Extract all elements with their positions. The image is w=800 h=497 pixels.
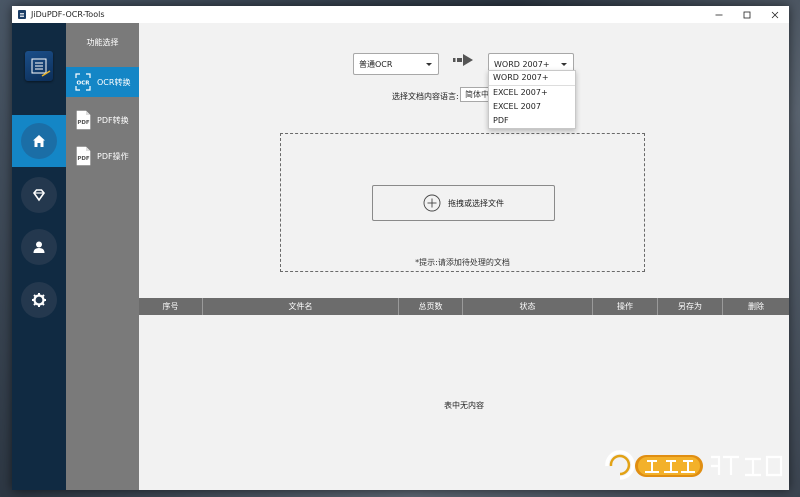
drop-hint: *提示:请添加待处理的文档 — [415, 258, 510, 267]
language-label: 选择文档内容语言: — [392, 92, 459, 101]
file-drop-zone[interactable]: 拖拽或选择文件 *提示:请添加待处理的文档 — [280, 133, 645, 272]
nav-settings-button[interactable] — [21, 282, 57, 318]
nav-home-button[interactable] — [12, 115, 66, 167]
sidebar-item-pdf-ops[interactable]: PDF PDF操作 — [66, 141, 139, 171]
dropdown-option[interactable]: EXCEL 2007+ — [489, 86, 575, 100]
svg-text:PDF: PDF — [77, 120, 90, 126]
pdf-icon: PDF — [74, 110, 92, 130]
column-header[interactable]: 另存为 — [658, 298, 723, 315]
column-header[interactable]: 文件名 — [203, 298, 399, 315]
dropdown-option[interactable]: WORD 2007+ — [489, 71, 575, 86]
select-file-button[interactable]: 拖拽或选择文件 — [372, 185, 555, 221]
plus-circle-icon — [423, 194, 441, 212]
source-mode-value: 普通OCR — [359, 59, 393, 69]
file-table-header: 序号 文件名 总页数 状态 操作 另存为 删除 — [139, 298, 789, 315]
column-header[interactable]: 总页数 — [399, 298, 463, 315]
maximize-button[interactable] — [733, 6, 761, 23]
site-watermark — [591, 447, 786, 485]
diamond-icon — [32, 189, 46, 202]
main-panel: 普通OCR WORD 2007+ WORD 2007+ EXCEL 2007+ … — [139, 23, 789, 490]
gear-icon — [32, 293, 46, 307]
minimize-button[interactable] — [705, 6, 733, 23]
column-header[interactable]: 序号 — [139, 298, 203, 315]
sidebar-item-label: PDF操作 — [97, 151, 129, 161]
user-icon — [33, 241, 45, 253]
pdf-icon: PDF — [74, 146, 92, 166]
home-icon — [33, 135, 45, 147]
sidebar-header: 功能选择 — [86, 38, 119, 47]
sidebar-item-ocr[interactable]: OCR OCR转换 — [66, 67, 139, 97]
maximize-icon — [743, 11, 751, 18]
left-navbar — [12, 23, 66, 490]
select-file-label: 拖拽或选择文件 — [448, 198, 504, 208]
dropdown-option[interactable]: PDF — [489, 114, 575, 128]
sidebar-item-pdf-convert[interactable]: PDF PDF转换 — [66, 105, 139, 135]
empty-table-text: 表中无内容 — [444, 401, 484, 410]
app-icon — [18, 10, 26, 19]
close-icon — [771, 11, 779, 18]
svg-text:OCR: OCR — [77, 81, 91, 87]
column-header[interactable]: 操作 — [593, 298, 658, 315]
ocr-icon: OCR — [74, 72, 92, 92]
function-sidebar: 功能选择 OCR OCR转换 PDF PDF转换 PDF PDF操作 — [66, 23, 139, 490]
target-format-dropdown: WORD 2007+ EXCEL 2007+ EXCEL 2007 PDF — [488, 70, 576, 129]
window-title: JiDuPDF-OCR-Tools — [31, 10, 105, 19]
column-header[interactable]: 删除 — [723, 298, 789, 315]
sidebar-item-label: OCR转换 — [97, 77, 131, 87]
nav-user-button[interactable] — [21, 229, 57, 265]
arrow-right-icon — [453, 54, 473, 66]
source-mode-select[interactable]: 普通OCR — [353, 53, 439, 75]
minimize-icon — [715, 14, 723, 15]
svg-text:PDF: PDF — [77, 156, 90, 162]
app-logo — [25, 51, 53, 81]
chevron-down-icon — [561, 62, 567, 66]
sidebar-item-label: PDF转换 — [97, 115, 129, 125]
app-window: JiDuPDF-OCR-Tools 功能选择 OCR OCR转换 PDF PDF… — [12, 6, 789, 490]
close-button[interactable] — [761, 6, 789, 23]
nav-diamond-button[interactable] — [21, 177, 57, 213]
nav-home-circle — [21, 123, 57, 159]
column-header[interactable]: 状态 — [463, 298, 593, 315]
target-format-value: WORD 2007+ — [494, 59, 550, 69]
chevron-down-icon — [426, 62, 432, 66]
dropdown-option[interactable]: EXCEL 2007 — [489, 100, 575, 114]
title-bar: JiDuPDF-OCR-Tools — [12, 6, 789, 23]
